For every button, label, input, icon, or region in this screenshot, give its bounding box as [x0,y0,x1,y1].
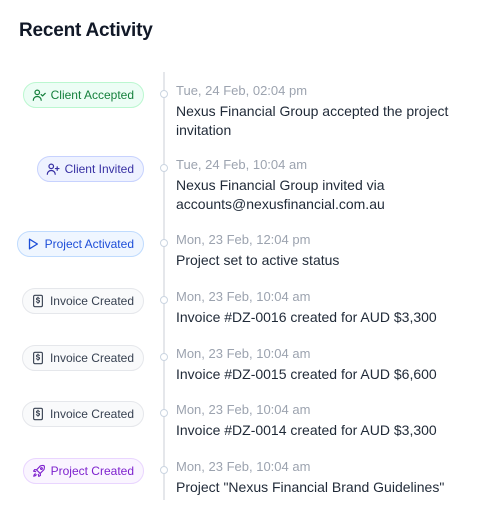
page-title: Recent Activity [19,20,153,41]
activity-badge-label: Client Accepted [50,88,134,102]
activity-badge-label: Invoice Created [49,407,134,421]
user-check-icon [32,89,46,101]
activity-description: Nexus Financial Group invited via accoun… [176,177,385,212]
invoice-icon [33,294,43,308]
activity-description: Nexus Financial Group accepted the proje… [176,103,449,138]
activity-time: Tue, 24 Feb, 10:04 am [176,157,308,172]
activity-badge: Invoice Created [21,345,144,371]
invoice-icon [33,407,43,421]
timeline-dot [160,466,168,474]
activity-time: Mon, 23 Feb, 10:04 am [176,459,311,474]
timeline-dot [160,353,168,361]
activity-description: Invoice #DZ-0014 created for AUD $3,300 [176,422,437,438]
activity-badge: Client Accepted [22,82,144,108]
activity-badge-label: Project Created [50,464,134,478]
rocket-icon [32,464,45,477]
activity-description: Invoice #DZ-0015 created for AUD $6,600 [176,366,437,382]
activity-badge-label: Invoice Created [49,294,134,308]
activity-description: Invoice #DZ-0016 created for AUD $3,300 [176,309,437,325]
timeline-dot [160,164,168,172]
activity-badge-label: Project Activated [44,237,134,251]
activity-description: Project set to active status [176,252,340,268]
timeline-dot [160,296,168,304]
activity-badge: Project Activated [16,231,144,257]
activity-badge-label: Invoice Created [49,351,134,365]
invoice-icon [33,351,43,365]
timeline-dot [160,239,168,247]
timeline-line [163,72,165,500]
activity-time: Mon, 23 Feb, 10:04 am [176,402,311,417]
activity-badge: Invoice Created [21,401,144,427]
timeline-dot [160,90,168,98]
activity-time: Mon, 23 Feb, 12:04 pm [176,232,311,247]
activity-badge: Project Created [22,458,144,484]
activity-time: Mon, 23 Feb, 10:04 am [176,289,311,304]
activity-time: Mon, 23 Feb, 10:04 am [176,346,311,361]
timeline-dot [160,409,168,417]
activity-time: Tue, 24 Feb, 02:04 pm [176,83,308,98]
activity-badge: Client Invited [36,156,144,182]
activity-description: Project "Nexus Financial Brand Guideline… [176,479,445,495]
play-icon [28,238,38,250]
activity-badge-label: Client Invited [64,162,134,176]
activity-badge: Invoice Created [21,288,144,314]
user-plus-icon [46,163,60,175]
